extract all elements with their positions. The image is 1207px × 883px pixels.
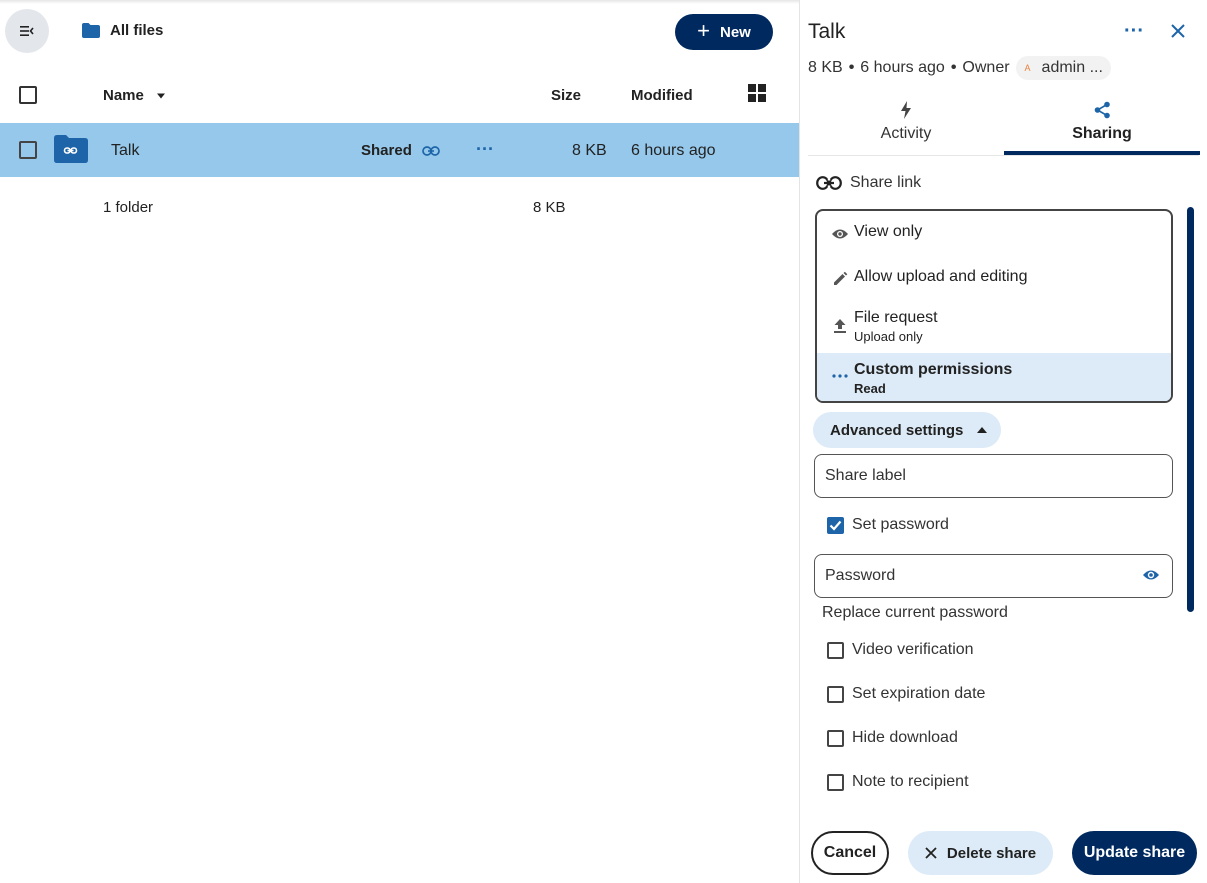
- permission-label: View only: [854, 223, 923, 240]
- close-icon: [925, 847, 937, 859]
- new-button[interactable]: + New: [675, 14, 773, 50]
- upload-icon: [829, 315, 851, 337]
- owner-name: admin ...: [1041, 59, 1103, 76]
- permission-label: Allow upload and editing: [854, 268, 1028, 285]
- row-actions-icon[interactable]: ···: [476, 139, 494, 160]
- set-password-checkbox[interactable]: [827, 516, 844, 534]
- tab-activity[interactable]: Activity: [808, 95, 1004, 156]
- sort-down-icon: [156, 93, 165, 98]
- check-icon: [829, 520, 842, 531]
- option-label: Set expiration date: [852, 685, 986, 702]
- summary-count: 1 folder: [103, 199, 154, 216]
- expiration-date-option[interactable]: Set expiration date: [827, 685, 985, 703]
- permission-sublabel: Read: [854, 381, 886, 396]
- file-size: 8 KB: [572, 142, 607, 159]
- share-label-placeholder: Share label: [825, 467, 906, 484]
- share-icon: [1094, 101, 1110, 119]
- expiration-date-checkbox[interactable]: [827, 685, 844, 703]
- toggle-navigation-button[interactable]: [5, 9, 49, 53]
- video-verification-option[interactable]: Video verification: [827, 641, 974, 659]
- file-modified: 6 hours ago: [631, 142, 716, 159]
- delete-share-button[interactable]: Delete share: [908, 831, 1053, 875]
- grid-view-icon[interactable]: [748, 84, 766, 102]
- breadcrumb-label: All files: [110, 22, 164, 39]
- option-label: Hide download: [852, 729, 958, 746]
- table-row[interactable]: Talk Shared ··· 8 KB 6 hours ago: [0, 123, 800, 177]
- show-password-icon[interactable]: [1142, 568, 1160, 582]
- password-placeholder: Password: [825, 567, 896, 584]
- permission-view-only[interactable]: View only: [817, 211, 1171, 256]
- sidebar-meta: 8 KB • 6 hours ago • Owner A admin ...: [808, 56, 1111, 80]
- file-list-header: Name Size Modified: [0, 75, 800, 115]
- sort-by-name[interactable]: Name: [103, 87, 166, 104]
- permission-allow-upload-editing[interactable]: Allow upload and editing: [817, 256, 1171, 301]
- folder-icon: [82, 23, 100, 38]
- video-verification-checkbox[interactable]: [827, 641, 844, 659]
- share-link-header: Share link: [816, 174, 921, 192]
- file-list-summary: 1 folder 8 KB: [0, 190, 800, 224]
- row-checkbox[interactable]: [19, 141, 37, 159]
- meta-owner-label: Owner: [962, 59, 1010, 76]
- dots-icon: [829, 365, 851, 387]
- meta-size: 8 KB: [808, 59, 843, 76]
- owner-chip[interactable]: A admin ...: [1015, 56, 1111, 80]
- sidebar-scrollbar[interactable]: [1187, 207, 1194, 612]
- link-icon: [816, 176, 842, 190]
- plus-icon: +: [697, 18, 710, 43]
- column-name-label: Name: [103, 87, 144, 104]
- eye-icon: [829, 223, 851, 245]
- option-label: Video verification: [852, 641, 974, 658]
- permission-file-request[interactable]: File request Upload only: [817, 301, 1171, 353]
- tab-sharing-label: Sharing: [1072, 125, 1132, 142]
- meta-time: 6 hours ago: [860, 59, 945, 76]
- note-to-recipient-checkbox[interactable]: [827, 773, 844, 791]
- details-sidebar: Talk ··· 8 KB • 6 hours ago • Owner A ad…: [800, 0, 1207, 883]
- sort-by-modified[interactable]: Modified: [631, 87, 693, 104]
- hide-download-option[interactable]: Hide download: [827, 729, 958, 747]
- breadcrumb[interactable]: All files: [82, 22, 163, 39]
- close-icon[interactable]: [1168, 20, 1188, 42]
- shared-button[interactable]: Shared: [361, 142, 440, 159]
- share-link-label: Share link: [850, 174, 922, 191]
- summary-total: 8 KB: [533, 199, 566, 216]
- sort-by-size[interactable]: Size: [551, 87, 581, 104]
- select-all-checkbox[interactable]: [19, 86, 37, 104]
- permission-custom[interactable]: Custom permissions Read: [817, 353, 1171, 401]
- cancel-button[interactable]: Cancel: [811, 831, 889, 875]
- advanced-settings-toggle[interactable]: Advanced settings: [813, 412, 1001, 448]
- shared-folder-icon: [54, 135, 88, 163]
- tab-sharing[interactable]: Sharing: [1004, 95, 1200, 155]
- menu-collapse-icon: [20, 26, 34, 36]
- permission-label: Custom permissions: [854, 361, 1013, 378]
- share-label-field[interactable]: Share label: [814, 454, 1173, 498]
- avatar: A: [1024, 63, 1031, 73]
- file-name[interactable]: Talk: [111, 142, 139, 160]
- delete-share-label: Delete share: [946, 844, 1037, 862]
- update-share-button[interactable]: Update share: [1072, 831, 1197, 875]
- option-label: Note to recipient: [852, 773, 969, 790]
- file-list-area: All files + New Name Size Modified Talk …: [0, 0, 800, 883]
- new-button-label: New: [720, 23, 751, 41]
- chevron-up-icon: [977, 427, 988, 433]
- advanced-settings-label: Advanced settings: [830, 421, 964, 439]
- permission-label: File request: [854, 309, 938, 326]
- meta-separator: •: [950, 59, 957, 76]
- sidebar-title: Talk: [808, 20, 846, 43]
- note-to-recipient-option[interactable]: Note to recipient: [827, 773, 969, 791]
- permission-sublabel: Upload only: [854, 329, 923, 344]
- permissions-menu: View only Allow upload and editing File …: [815, 209, 1173, 403]
- sidebar-more-icon[interactable]: ···: [1124, 20, 1144, 43]
- lightning-icon: [901, 101, 911, 119]
- sidebar-tabs: Activity Sharing: [808, 95, 1200, 156]
- set-password-label: Set password: [852, 516, 949, 533]
- meta-separator: •: [848, 59, 855, 76]
- tab-activity-label: Activity: [880, 125, 932, 142]
- pencil-icon: [829, 268, 851, 290]
- link-icon: [422, 145, 440, 156]
- replace-password-hint: Replace current password: [822, 604, 1008, 621]
- set-password-option[interactable]: Set password: [827, 516, 949, 534]
- password-field[interactable]: Password: [814, 554, 1173, 598]
- shared-label: Shared: [361, 142, 412, 159]
- hide-download-checkbox[interactable]: [827, 729, 844, 747]
